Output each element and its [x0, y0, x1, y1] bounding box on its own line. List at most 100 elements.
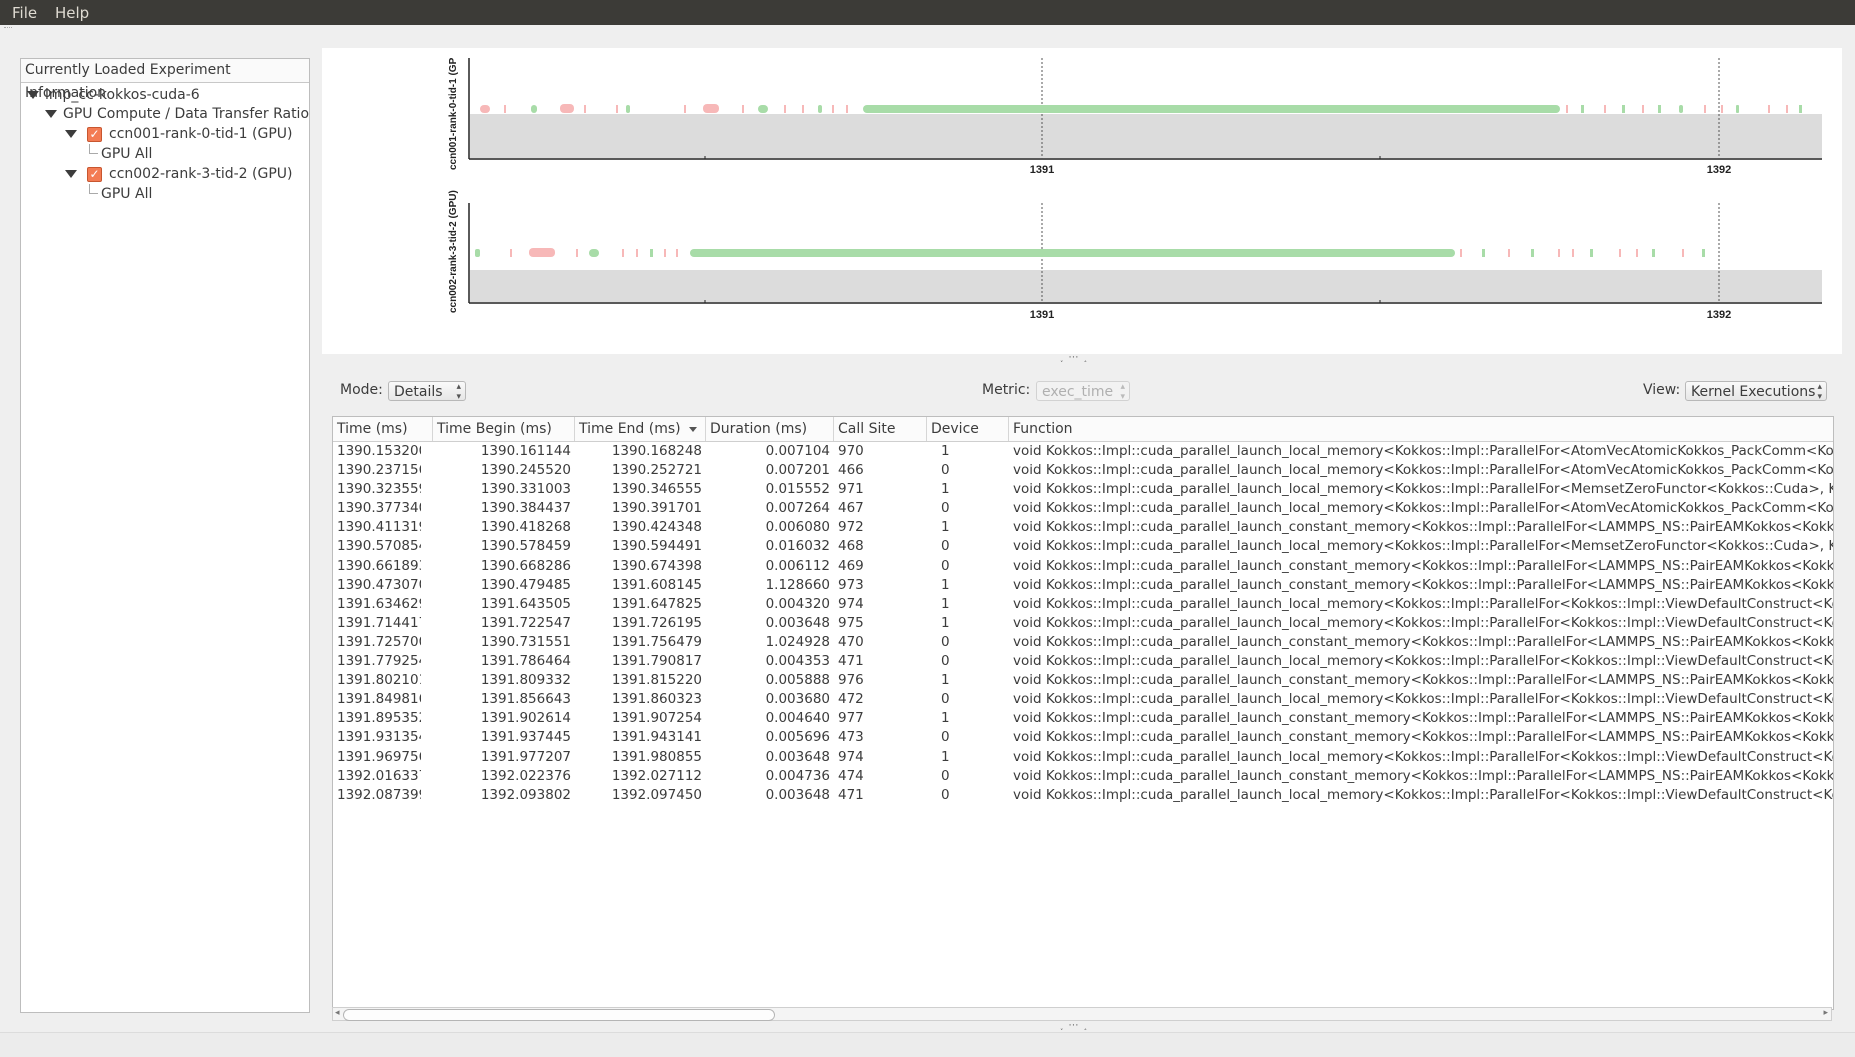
transfer-tick[interactable]: [1768, 105, 1770, 113]
menu-file[interactable]: File: [12, 4, 37, 22]
view-select[interactable]: Kernel Executions ▴ ▾: [1685, 381, 1827, 402]
transfer-tick[interactable]: [1572, 249, 1574, 257]
table-row[interactable]: 1391.634629 1391.643505 1391.647825 0.00432…: [333, 595, 1833, 614]
compute-tick[interactable]: [1590, 249, 1593, 257]
transfer-tick[interactable]: [1642, 105, 1644, 113]
scroll-right-icon[interactable]: ▸: [1823, 1008, 1828, 1018]
transfer-tick[interactable]: [664, 249, 666, 257]
table-row[interactable]: 1391.725700 1390.731551 1391.756479 1.02492…: [333, 633, 1833, 652]
table-row[interactable]: 1391.895352 1391.902614 1391.907254 0.00464…: [333, 709, 1833, 728]
column-header-device[interactable]: Device: [927, 417, 1009, 441]
table-row[interactable]: 1391.931354 1391.937445 1391.943141 0.00569…: [333, 728, 1833, 747]
table-row[interactable]: 1390.570854 1390.578459 1390.594491 0.01603…: [333, 537, 1833, 556]
cell-device: 0: [941, 500, 950, 517]
transfer-tick[interactable]: [1704, 105, 1706, 113]
compute-interval[interactable]: [758, 105, 768, 113]
table-row[interactable]: 1390.377340 1390.384437 1390.391701 0.00726…: [333, 499, 1833, 518]
compute-interval[interactable]: [475, 249, 480, 257]
compute-tick[interactable]: [1622, 105, 1625, 113]
transfer-interval[interactable]: [703, 104, 719, 113]
transfer-tick[interactable]: [1619, 249, 1621, 257]
table-row[interactable]: 1390.411319 1390.418268 1390.424348 0.00608…: [333, 518, 1833, 537]
tree-item-rank-3[interactable]: ✓ ccn002-rank-3-tid-2 (GPU): [65, 164, 305, 184]
table-row[interactable]: 1390.153200 1390.161144 1390.168248 0.00710…: [333, 442, 1833, 461]
table-row[interactable]: 1391.779254 1391.786464 1391.790817 0.00435…: [333, 652, 1833, 671]
transfer-tick[interactable]: [504, 105, 506, 113]
rank-checkbox[interactable]: ✓: [87, 127, 102, 142]
transfer-tick[interactable]: [1682, 249, 1684, 257]
transfer-tick[interactable]: [676, 249, 678, 257]
transfer-tick[interactable]: [784, 105, 786, 113]
table-row[interactable]: 1390.473070 1390.479485 1391.608145 1.12866…: [333, 576, 1833, 595]
table-row[interactable]: 1391.849816 1391.856643 1391.860323 0.00368…: [333, 690, 1833, 709]
compute-interval[interactable]: [863, 105, 1560, 113]
transfer-tick[interactable]: [584, 105, 586, 113]
metric-select[interactable]: exec_time ▴ ▾: [1036, 381, 1130, 402]
compute-tick[interactable]: [1531, 249, 1534, 257]
table-row[interactable]: 1392.087399 1392.093802 1392.097450 0.00364…: [333, 786, 1833, 805]
compute-interval[interactable]: [690, 249, 1455, 257]
table-row[interactable]: 1391.969756 1391.977207 1391.980855 0.00364…: [333, 748, 1833, 767]
column-header-time-end[interactable]: Time End (ms): [575, 417, 706, 441]
compute-interval[interactable]: [1679, 105, 1683, 113]
table-row[interactable]: 1391.802101 1391.809332 1391.815220 0.00588…: [333, 671, 1833, 690]
cell-device: 0: [941, 691, 950, 708]
compute-tick[interactable]: [1702, 249, 1705, 257]
transfer-tick[interactable]: [1604, 105, 1606, 113]
compute-tick[interactable]: [1652, 249, 1655, 257]
column-header-time[interactable]: Time (ms): [333, 417, 433, 441]
expand-arrow-icon[interactable]: [65, 130, 77, 138]
column-header-time-begin[interactable]: Time Begin (ms): [433, 417, 575, 441]
transfer-tick[interactable]: [1558, 249, 1560, 257]
transfer-tick[interactable]: [802, 105, 804, 113]
horizontal-scrollbar[interactable]: ◂ ▸: [332, 1007, 1832, 1021]
table-row[interactable]: 1390.237156 1390.245520 1390.252721 0.00720…: [333, 461, 1833, 480]
compute-interval[interactable]: [531, 105, 537, 113]
table-row[interactable]: 1392.016337 1392.022376 1392.027112 0.00473…: [333, 767, 1833, 786]
transfer-tick[interactable]: [742, 105, 744, 113]
compute-tick[interactable]: [1658, 105, 1661, 113]
cell-time-end: 1390.391701: [611, 500, 702, 517]
rank-checkbox[interactable]: ✓: [87, 167, 102, 182]
table-row[interactable]: 1391.714417 1391.722547 1391.726195 0.00364…: [333, 614, 1833, 633]
transfer-interval[interactable]: [480, 105, 490, 113]
expand-arrow-icon[interactable]: [45, 110, 57, 118]
table-row[interactable]: 1390.661893 1390.668286 1390.674398 0.00611…: [333, 557, 1833, 576]
column-header-duration[interactable]: Duration (ms): [706, 417, 834, 441]
transfer-tick[interactable]: [684, 105, 686, 113]
compute-interval[interactable]: [626, 105, 630, 113]
transfer-tick[interactable]: [510, 249, 512, 257]
transfer-tick[interactable]: [1460, 249, 1462, 257]
compute-tick[interactable]: [1799, 105, 1802, 113]
transfer-tick[interactable]: [616, 105, 618, 113]
scroll-thumb[interactable]: [343, 1009, 775, 1021]
transfer-tick[interactable]: [1786, 105, 1788, 113]
expand-arrow-icon[interactable]: [27, 91, 39, 99]
splitter-handle[interactable]: ˯ ⋯ ˰: [1060, 1020, 1088, 1031]
table-row[interactable]: 1390.323559 1390.331003 1390.346555 0.01555…: [333, 480, 1833, 499]
compute-tick[interactable]: [1581, 105, 1584, 113]
column-header-call-site[interactable]: Call Site: [834, 417, 927, 441]
transfer-tick[interactable]: [1566, 105, 1568, 113]
transfer-interval[interactable]: [560, 104, 574, 113]
menu-help[interactable]: Help: [55, 4, 89, 22]
transfer-tick[interactable]: [1508, 249, 1510, 257]
transfer-tick[interactable]: [832, 105, 834, 113]
transfer-interval[interactable]: [529, 248, 555, 257]
mode-select[interactable]: Details ▴ ▾: [388, 381, 466, 402]
compute-interval[interactable]: [589, 249, 599, 257]
compute-interval[interactable]: [818, 105, 822, 113]
transfer-tick[interactable]: [1721, 105, 1723, 113]
transfer-tick[interactable]: [636, 249, 638, 257]
scroll-left-icon[interactable]: ◂: [335, 1008, 340, 1018]
transfer-tick[interactable]: [1636, 249, 1638, 257]
compute-tick[interactable]: [650, 249, 653, 257]
transfer-tick[interactable]: [846, 105, 848, 113]
compute-tick[interactable]: [1482, 249, 1485, 257]
column-header-function[interactable]: Function: [1009, 417, 1833, 441]
tree-item-rank-0[interactable]: ✓ ccn001-rank-0-tid-1 (GPU): [65, 124, 305, 144]
compute-interval[interactable]: [1736, 105, 1739, 113]
expand-arrow-icon[interactable]: [65, 170, 77, 178]
transfer-tick[interactable]: [576, 249, 578, 257]
transfer-tick[interactable]: [622, 249, 624, 257]
